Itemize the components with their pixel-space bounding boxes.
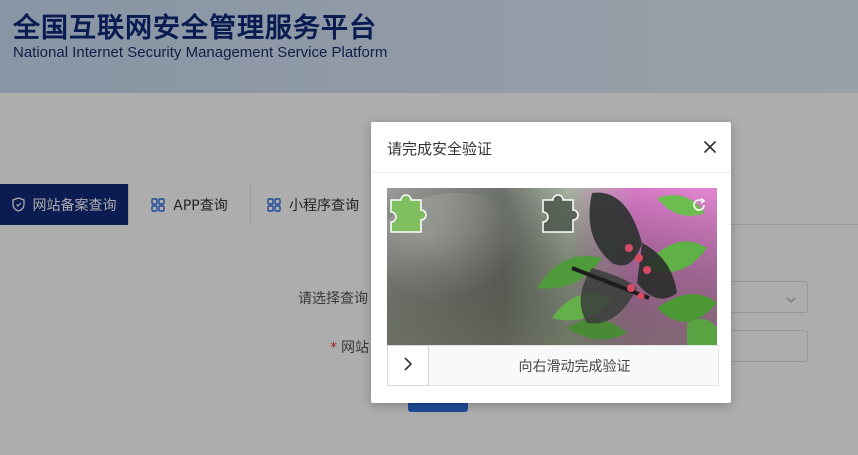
verification-dialog: 请完成安全验证 向右滑动完成验证 <box>371 122 731 403</box>
refresh-icon[interactable] <box>691 197 707 217</box>
close-icon[interactable] <box>701 138 719 156</box>
slider-hint: 向右滑动完成验证 <box>518 358 631 375</box>
captcha-puzzle-image <box>387 188 717 345</box>
chevron-right-icon <box>401 355 415 377</box>
page: 全国互联网安全管理服务平台 National Internet Security… <box>0 0 858 455</box>
captcha-slider-track: 向右滑动完成验证 <box>387 345 719 386</box>
dialog-divider <box>371 172 731 173</box>
dialog-title: 请完成安全验证 <box>387 140 493 158</box>
slider-handle[interactable] <box>387 345 429 386</box>
butterfly-image <box>387 188 717 345</box>
